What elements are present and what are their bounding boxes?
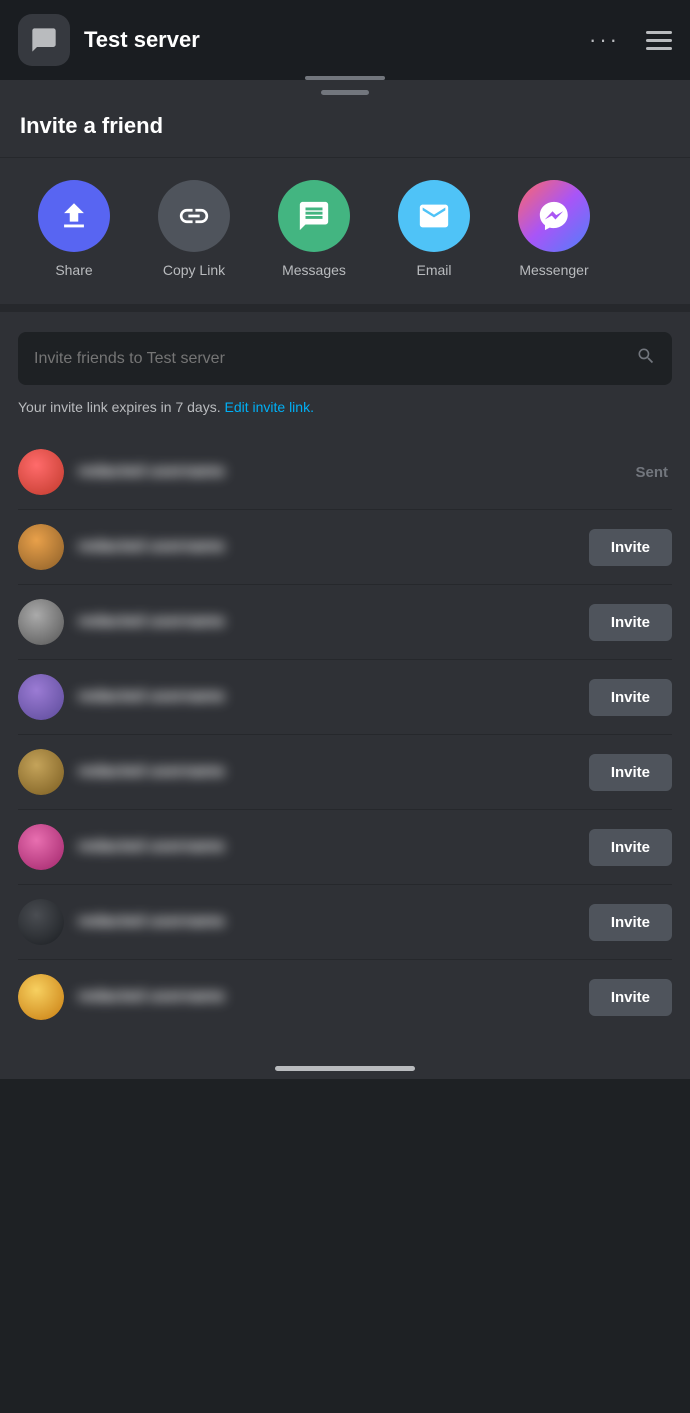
friend-name: redacted username bbox=[78, 763, 225, 780]
copy-link-icon bbox=[177, 199, 211, 233]
server-avatar bbox=[18, 14, 70, 66]
swipe-indicator bbox=[305, 76, 385, 80]
chat-icon bbox=[30, 26, 58, 54]
search-bar[interactable] bbox=[18, 332, 672, 385]
home-indicator-bar bbox=[275, 1066, 415, 1071]
share-item-share[interactable]: Share bbox=[14, 180, 134, 278]
friend-name: redacted username bbox=[78, 913, 225, 930]
avatar bbox=[18, 449, 64, 495]
share-item-email[interactable]: Email bbox=[374, 180, 494, 278]
sent-label: Sent bbox=[635, 464, 668, 481]
menu-line-1 bbox=[646, 31, 672, 34]
invite-button[interactable]: Invite bbox=[589, 979, 672, 1016]
avatar bbox=[18, 674, 64, 720]
menu-line-2 bbox=[646, 39, 672, 42]
friend-item: redacted username Invite bbox=[18, 885, 672, 960]
avatar-image bbox=[18, 974, 64, 1020]
friend-name: redacted username bbox=[78, 838, 225, 855]
share-item-messenger[interactable]: Messenger bbox=[494, 180, 614, 278]
email-icon bbox=[417, 199, 451, 233]
share-icon-circle-share bbox=[38, 180, 110, 252]
share-icon-circle-messenger bbox=[518, 180, 590, 252]
avatar bbox=[18, 524, 64, 570]
more-options[interactable]: ··· bbox=[589, 27, 620, 53]
server-name: Test server bbox=[84, 27, 575, 53]
friend-info: redacted username bbox=[78, 688, 575, 706]
messages-icon bbox=[297, 199, 331, 233]
invite-title: Invite a friend bbox=[20, 113, 670, 139]
share-row: Share Copy Link Messages Email bbox=[0, 158, 690, 312]
invite-button[interactable]: Invite bbox=[589, 829, 672, 866]
avatar bbox=[18, 974, 64, 1020]
friend-name: redacted username bbox=[78, 538, 225, 555]
friend-info: redacted username bbox=[78, 613, 575, 631]
invite-button[interactable]: Invite bbox=[589, 904, 672, 941]
search-icon bbox=[636, 346, 656, 371]
main-content: Your invite link expires in 7 days. Edit… bbox=[0, 312, 690, 1054]
share-icon-circle-copy bbox=[158, 180, 230, 252]
share-icon-circle-email bbox=[398, 180, 470, 252]
share-label-messages: Messages bbox=[282, 262, 346, 278]
invite-button[interactable]: Invite bbox=[589, 529, 672, 566]
share-item-messages[interactable]: Messages bbox=[254, 180, 374, 278]
friend-item: redacted username Invite bbox=[18, 510, 672, 585]
edit-invite-link[interactable]: Edit invite link. bbox=[224, 399, 313, 415]
share-label-copy-link: Copy Link bbox=[163, 262, 225, 278]
friend-info: redacted username bbox=[78, 763, 575, 781]
expire-text: Your invite link expires in 7 days. Edit… bbox=[18, 399, 672, 415]
avatar-image bbox=[18, 599, 64, 645]
friend-name: redacted username bbox=[78, 988, 225, 1005]
friend-item: redacted username Invite bbox=[18, 585, 672, 660]
avatar-image bbox=[18, 749, 64, 795]
avatar-image bbox=[18, 899, 64, 945]
avatar-image bbox=[18, 449, 64, 495]
friend-info: redacted username bbox=[78, 463, 621, 481]
friend-info: redacted username bbox=[78, 538, 575, 556]
messenger-icon bbox=[537, 199, 571, 233]
invite-button[interactable]: Invite bbox=[589, 679, 672, 716]
share-icon-circle-messages bbox=[278, 180, 350, 252]
share-item-copy-link[interactable]: Copy Link bbox=[134, 180, 254, 278]
share-label-email: Email bbox=[416, 262, 451, 278]
share-upload-icon bbox=[57, 199, 91, 233]
friend-item: redacted username Invite bbox=[18, 660, 672, 735]
avatar-image bbox=[18, 824, 64, 870]
sheet-handle-area bbox=[0, 80, 690, 95]
share-label-messenger: Messenger bbox=[519, 262, 588, 278]
avatar bbox=[18, 749, 64, 795]
friend-item: redacted username Invite bbox=[18, 960, 672, 1034]
share-label-share: Share bbox=[55, 262, 92, 278]
friend-item: redacted username Invite bbox=[18, 810, 672, 885]
friend-item: redacted username Sent bbox=[18, 435, 672, 510]
avatar-image bbox=[18, 524, 64, 570]
top-bar: Test server ··· bbox=[0, 0, 690, 80]
search-input[interactable] bbox=[34, 350, 636, 368]
avatar bbox=[18, 824, 64, 870]
friend-item: redacted username Invite bbox=[18, 735, 672, 810]
sheet-handle-bar bbox=[321, 90, 369, 95]
friend-name: redacted username bbox=[78, 613, 225, 630]
friend-name: redacted username bbox=[78, 688, 225, 705]
friend-name: redacted username bbox=[78, 463, 225, 480]
friend-info: redacted username bbox=[78, 913, 575, 931]
hamburger-menu[interactable] bbox=[646, 31, 672, 50]
invite-header: Invite a friend bbox=[0, 95, 690, 158]
invite-button[interactable]: Invite bbox=[589, 754, 672, 791]
avatar bbox=[18, 899, 64, 945]
friend-list: redacted username Sent redacted username… bbox=[18, 435, 672, 1034]
avatar bbox=[18, 599, 64, 645]
avatar-image bbox=[18, 674, 64, 720]
bottom-indicator bbox=[0, 1054, 690, 1079]
friend-info: redacted username bbox=[78, 988, 575, 1006]
menu-line-3 bbox=[646, 47, 672, 50]
friend-info: redacted username bbox=[78, 838, 575, 856]
invite-button[interactable]: Invite bbox=[589, 604, 672, 641]
